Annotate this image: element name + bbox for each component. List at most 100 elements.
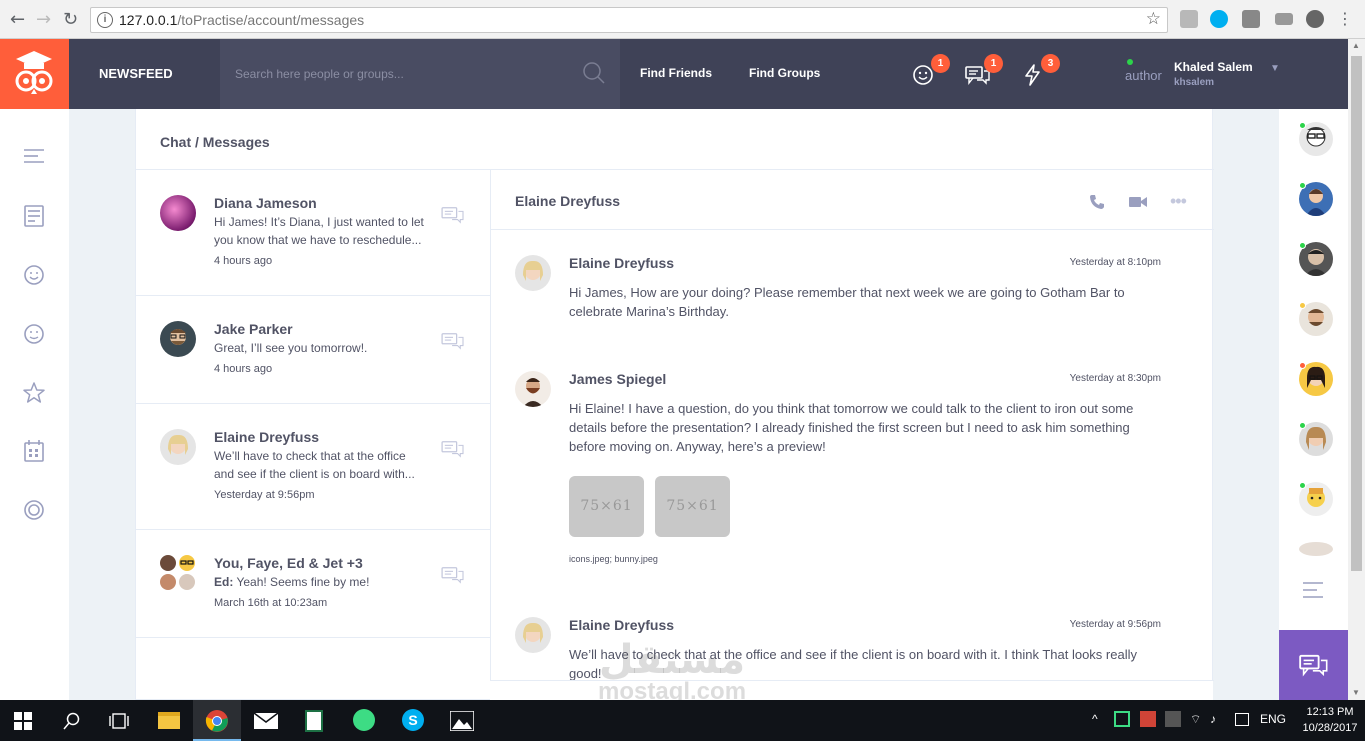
user-role-label: author xyxy=(1125,68,1162,83)
chat-bubbles-icon[interactable] xyxy=(441,565,465,585)
cast-extension-icon[interactable] xyxy=(1275,13,1293,25)
tray-app-icon[interactable] xyxy=(1114,711,1130,727)
friend-avatar[interactable] xyxy=(1299,542,1333,556)
photos-taskbar-button[interactable] xyxy=(438,700,486,741)
show-hidden-icons-chevron-icon[interactable]: ^ xyxy=(1092,712,1098,726)
menu-lines-icon[interactable] xyxy=(22,145,46,169)
search-icon xyxy=(63,712,80,730)
tray-app-icon[interactable] xyxy=(1165,711,1181,727)
conversation-preview: We’ll have to check that at the office a… xyxy=(214,449,415,481)
task-view-button[interactable] xyxy=(96,700,144,741)
menu-lines-icon[interactable] xyxy=(1302,581,1324,599)
conversation-preview-text: Yeah! Seems fine by me! xyxy=(236,575,370,589)
conversation-item[interactable]: You, Faye, Ed & Jet +3 Ed: Yeah! Seems f… xyxy=(136,529,490,637)
messages-badge: 1 xyxy=(984,54,1003,73)
conversation-time: March 16th at 10:23am xyxy=(214,597,328,609)
notifications-button[interactable]: 3 xyxy=(1022,54,1060,87)
skype-taskbar-button[interactable]: S xyxy=(389,700,437,741)
newsfeed-icon[interactable] xyxy=(22,204,46,228)
info-icon[interactable]: i xyxy=(97,12,113,28)
k-extension-icon[interactable] xyxy=(1242,10,1260,28)
conversation-name: Diana Jameson xyxy=(214,195,317,211)
online-status-dot xyxy=(1299,482,1306,489)
more-options-icon[interactable]: ••• xyxy=(1170,191,1187,212)
right-sidebar-friends xyxy=(1279,109,1348,700)
windows-start-button[interactable] xyxy=(0,700,48,741)
avatar xyxy=(179,574,195,590)
open-chat-button[interactable] xyxy=(1279,630,1348,700)
file-explorer-button[interactable] xyxy=(144,700,192,741)
happy-face-icon[interactable] xyxy=(22,263,46,287)
message-time: Yesterday at 9:56pm xyxy=(1069,619,1161,630)
skype-extension-icon[interactable] xyxy=(1210,10,1228,28)
olympus-logo[interactable] xyxy=(0,39,69,109)
mail-taskbar-button[interactable] xyxy=(242,700,290,741)
user-name[interactable]: Khaled Salem xyxy=(1174,60,1253,74)
page-scrollbar[interactable]: ▲ ▼ xyxy=(1348,39,1365,700)
search-icon[interactable] xyxy=(582,61,606,85)
video-camera-icon[interactable] xyxy=(1128,194,1148,210)
spreadsheet-icon xyxy=(305,710,323,732)
find-friends-link[interactable]: Find Friends xyxy=(640,66,712,80)
back-arrow-icon[interactable]: ← xyxy=(10,9,25,30)
conversation-item[interactable]: Diana Jameson Hi James! It’s Diana, I ju… xyxy=(136,169,490,295)
messages-button[interactable]: 1 xyxy=(965,54,1003,87)
action-center-icon[interactable] xyxy=(1235,713,1249,726)
wifi-icon[interactable]: ⌔ xyxy=(1190,712,1201,727)
friend-requests-button[interactable]: 1 xyxy=(912,54,950,87)
conversation-item[interactable]: Elaine Dreyfuss We’ll have to check that… xyxy=(136,403,490,529)
system-clock[interactable]: 12:13 PM 10/28/2017 xyxy=(1300,704,1360,736)
conversation-item[interactable]: Jake Parker Great, I’ll see you tomorrow… xyxy=(136,295,490,403)
reload-icon[interactable]: ↻ xyxy=(63,9,78,30)
badge-target-icon[interactable] xyxy=(22,498,46,522)
chat-bubbles-icon[interactable] xyxy=(441,439,465,459)
chat-bubbles-icon[interactable] xyxy=(441,205,465,225)
scroll-up-arrow-icon[interactable]: ▲ xyxy=(1352,41,1360,50)
chrome-taskbar-button[interactable] xyxy=(193,700,241,741)
star-icon[interactable] xyxy=(22,381,46,405)
excel-taskbar-button[interactable] xyxy=(290,700,338,741)
chevron-down-icon[interactable]: ▼ xyxy=(1270,63,1280,74)
avatar xyxy=(160,321,196,357)
friends-face-icon[interactable] xyxy=(22,322,46,346)
message-author: Elaine Dreyfuss xyxy=(569,617,675,633)
photos-icon xyxy=(450,711,474,731)
bookmark-star-icon[interactable]: ☆ xyxy=(1146,9,1161,29)
tray-app-icon[interactable] xyxy=(1140,711,1156,727)
language-indicator[interactable]: ENG xyxy=(1260,712,1286,726)
browser-chrome: ← → ↻ i 127.0.0.1/toPractise/account/mes… xyxy=(0,0,1365,39)
owl-logo-icon xyxy=(15,51,53,94)
busy-status-dot xyxy=(1299,362,1306,369)
user-handle: khsalem xyxy=(1174,77,1215,88)
dropbox-extension-icon[interactable] xyxy=(1180,10,1198,28)
scroll-down-arrow-icon[interactable]: ▼ xyxy=(1352,688,1360,697)
chat-bubbles-icon[interactable] xyxy=(441,331,465,351)
message-text: Hi James, How are your doing? Please rem… xyxy=(569,285,1125,319)
watermark-arabic: مستقل xyxy=(598,637,746,683)
attachment-thumbnail[interactable]: 75×61 xyxy=(655,476,730,537)
browser-menu-icon[interactable]: ⋮ xyxy=(1337,9,1353,28)
windows-logo-icon xyxy=(14,712,32,730)
forward-arrow-icon[interactable]: → xyxy=(36,9,51,30)
address-bar[interactable]: i 127.0.0.1/toPractise/account/messages … xyxy=(90,7,1168,33)
attachment-thumbnail[interactable]: 75×61 xyxy=(569,476,644,537)
android-icon xyxy=(353,709,375,731)
conversation-name: Jake Parker xyxy=(214,321,293,337)
message-sender: Ed: xyxy=(214,575,234,589)
profile-extension-icon[interactable] xyxy=(1306,10,1324,28)
url-text: 127.0.0.1/toPractise/account/messages xyxy=(119,12,365,28)
newsfeed-title[interactable]: NEWSFEED xyxy=(99,66,173,81)
scrollbar-thumb[interactable] xyxy=(1351,56,1362,571)
conversation-preview: Great, I’ll see you tomorrow!. xyxy=(214,341,368,355)
search-taskbar-button[interactable] xyxy=(48,700,96,741)
chat-bubbles-icon xyxy=(1299,654,1328,677)
android-studio-taskbar-button[interactable] xyxy=(340,700,388,741)
search-input[interactable] xyxy=(235,63,575,85)
mail-icon xyxy=(254,713,278,729)
find-groups-link[interactable]: Find Groups xyxy=(749,66,820,80)
smiley-icon xyxy=(913,65,933,85)
calendar-icon[interactable] xyxy=(22,439,46,463)
phone-icon[interactable] xyxy=(1089,194,1105,210)
volume-icon[interactable]: ♪ xyxy=(1210,712,1216,726)
divider xyxy=(490,229,1214,230)
